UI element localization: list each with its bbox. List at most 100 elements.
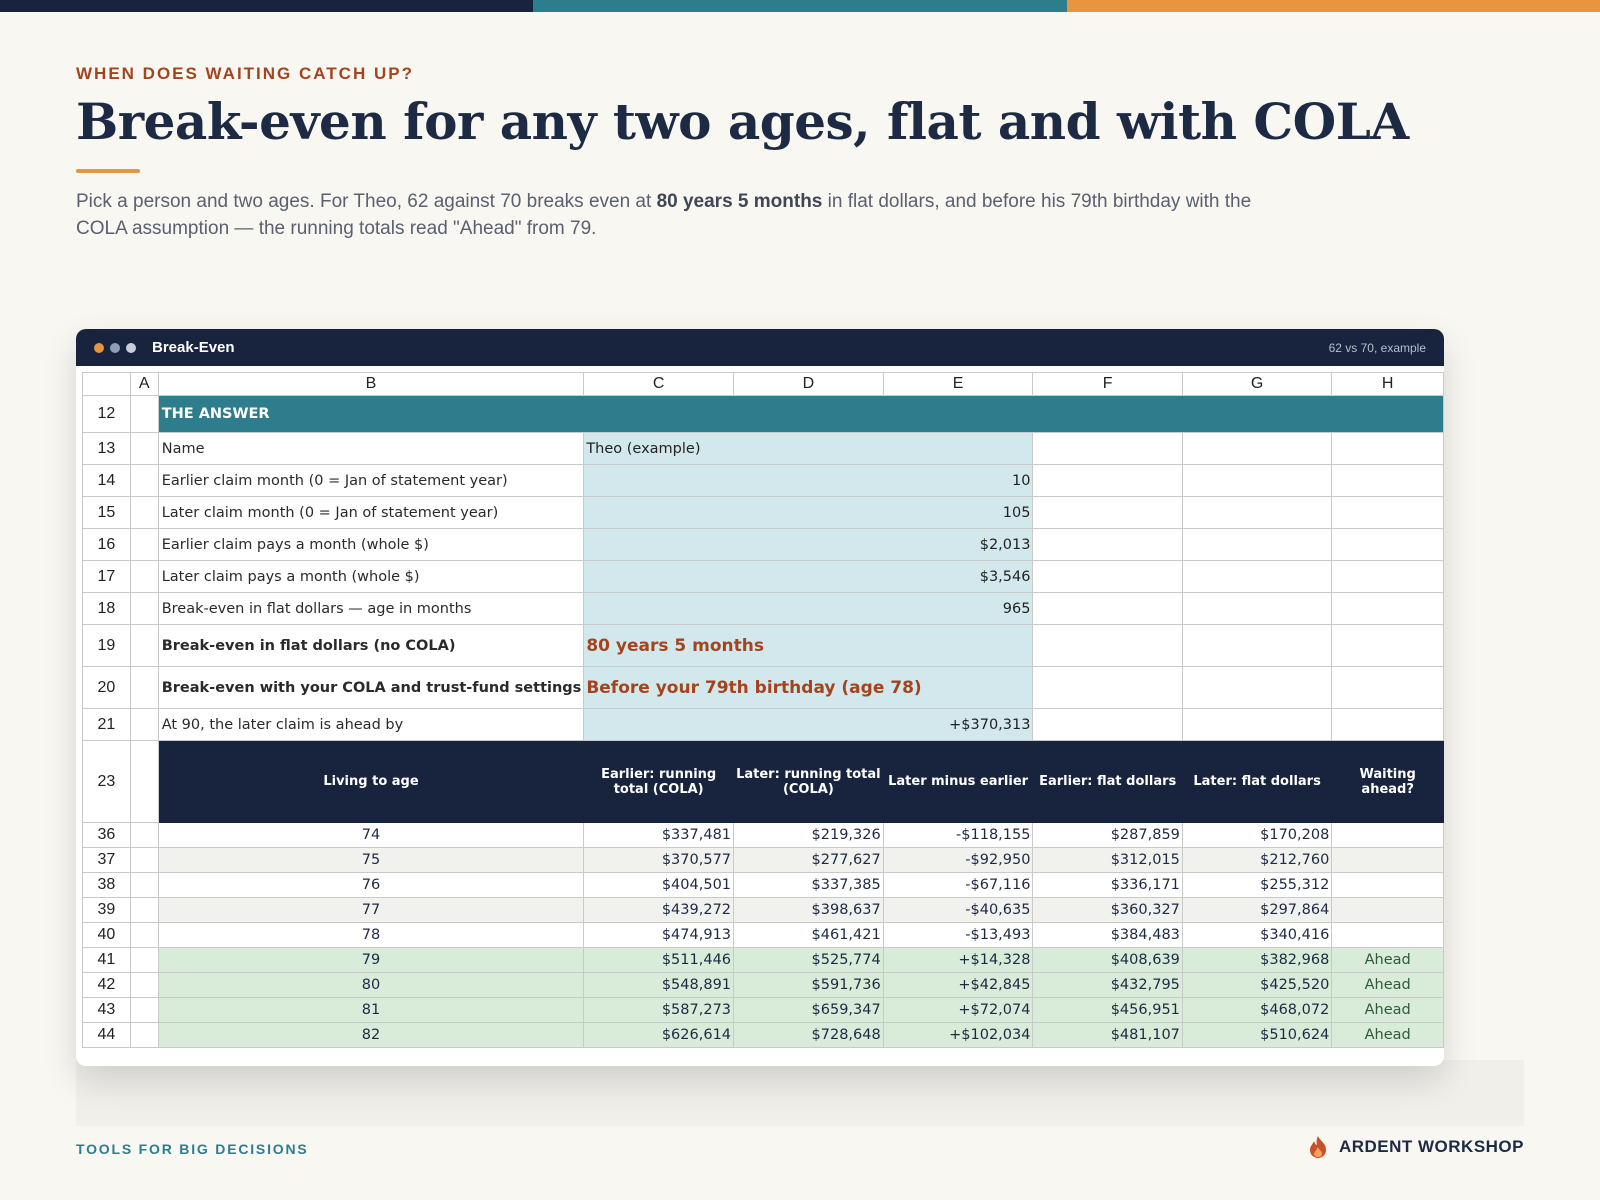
col-header-g[interactable]: G	[1181, 372, 1333, 396]
later-cola-cell[interactable]: $277,627	[733, 847, 884, 873]
earlier-cola-cell[interactable]: $337,481	[583, 822, 735, 848]
later-cola-cell[interactable]: $525,774	[733, 947, 884, 973]
cell-a[interactable]	[129, 1022, 159, 1048]
cell-a[interactable]	[129, 592, 159, 625]
difference-cell[interactable]: -$67,116	[882, 872, 1034, 898]
difference-cell[interactable]: +$72,074	[882, 997, 1034, 1023]
cell-a[interactable]	[129, 560, 159, 593]
row-number[interactable]: 16	[82, 528, 131, 561]
answer-value[interactable]: Theo (example)	[583, 432, 1034, 465]
col-header-a[interactable]: A	[129, 372, 159, 396]
col-header-d[interactable]: D	[733, 372, 884, 396]
header-living-to-age[interactable]: Living to age	[157, 740, 585, 823]
cell-g[interactable]	[1181, 496, 1333, 529]
waiting-ahead-cell[interactable]: Ahead	[1331, 947, 1444, 973]
difference-cell[interactable]: -$13,493	[882, 922, 1034, 948]
answer-label[interactable]: Later claim month (0 = Jan of statement …	[157, 496, 585, 529]
cell-a[interactable]	[129, 528, 159, 561]
row-number[interactable]: 20	[82, 666, 131, 709]
later-flat-cell[interactable]: $510,624	[1181, 1022, 1333, 1048]
window-dot-light[interactable]	[126, 342, 136, 353]
cell-a[interactable]	[129, 897, 159, 923]
later-flat-cell[interactable]: $212,760	[1181, 847, 1333, 873]
cell-g[interactable]	[1181, 708, 1333, 741]
cell-f[interactable]	[1032, 708, 1183, 741]
earlier-flat-cell[interactable]: $481,107	[1032, 1022, 1183, 1048]
row-number[interactable]: 23	[82, 740, 131, 823]
later-flat-cell[interactable]: $297,864	[1181, 897, 1333, 923]
age-cell[interactable]: 77	[157, 897, 585, 923]
cell-f[interactable]	[1032, 496, 1183, 529]
cell-g[interactable]	[1181, 666, 1333, 709]
age-cell[interactable]: 80	[157, 972, 585, 998]
earlier-flat-cell[interactable]: $360,327	[1032, 897, 1183, 923]
earlier-cola-cell[interactable]: $439,272	[583, 897, 735, 923]
answer-label[interactable]: Earlier claim pays a month (whole $)	[157, 528, 585, 561]
cell-a[interactable]	[129, 666, 159, 709]
cell-a[interactable]	[129, 922, 159, 948]
waiting-ahead-cell[interactable]	[1331, 897, 1444, 923]
difference-cell[interactable]: -$118,155	[882, 822, 1034, 848]
cell-a[interactable]	[129, 972, 159, 998]
later-flat-cell[interactable]: $170,208	[1181, 822, 1333, 848]
difference-cell[interactable]: -$92,950	[882, 847, 1034, 873]
cell-h[interactable]	[1331, 432, 1444, 465]
later-flat-cell[interactable]: $425,520	[1181, 972, 1333, 998]
earlier-cola-cell[interactable]: $626,614	[583, 1022, 735, 1048]
waiting-ahead-cell[interactable]	[1331, 847, 1444, 873]
cell-h[interactable]	[1331, 560, 1444, 593]
row-number[interactable]: 41	[82, 947, 131, 973]
age-cell[interactable]: 75	[157, 847, 585, 873]
answer-value[interactable]: $2,013	[583, 528, 1034, 561]
age-cell[interactable]: 76	[157, 872, 585, 898]
earlier-cola-cell[interactable]: $587,273	[583, 997, 735, 1023]
later-cola-cell[interactable]: $337,385	[733, 872, 884, 898]
cell-a[interactable]	[129, 464, 159, 497]
waiting-ahead-cell[interactable]	[1331, 822, 1444, 848]
cell-a[interactable]	[129, 624, 159, 667]
earlier-cola-cell[interactable]: $474,913	[583, 922, 735, 948]
cell-f[interactable]	[1032, 560, 1183, 593]
col-header-c[interactable]: C	[583, 372, 735, 396]
row-number[interactable]: 38	[82, 872, 131, 898]
waiting-ahead-cell[interactable]	[1331, 872, 1444, 898]
earlier-flat-cell[interactable]: $287,859	[1032, 822, 1183, 848]
earlier-flat-cell[interactable]: $384,483	[1032, 922, 1183, 948]
answer-banner[interactable]: THE ANSWER	[157, 395, 1444, 433]
cell-h[interactable]	[1331, 624, 1444, 667]
answer-label[interactable]: Break-even in flat dollars — age in mont…	[157, 592, 585, 625]
cell-a[interactable]	[129, 847, 159, 873]
answer-label[interactable]: Later claim pays a month (whole $)	[157, 560, 585, 593]
later-cola-cell[interactable]: $219,326	[733, 822, 884, 848]
window-dot-orange[interactable]	[94, 342, 104, 353]
later-cola-cell[interactable]: $728,648	[733, 1022, 884, 1048]
row-number[interactable]: 37	[82, 847, 131, 873]
header-earlier-flat[interactable]: Earlier: flat dollars	[1032, 740, 1183, 823]
row-number[interactable]: 19	[82, 624, 131, 667]
answer-label[interactable]: Break-even with your COLA and trust-fund…	[157, 666, 585, 709]
header-later-cola[interactable]: Later: running total (COLA)	[733, 740, 884, 823]
later-flat-cell[interactable]: $340,416	[1181, 922, 1333, 948]
later-flat-cell[interactable]: $468,072	[1181, 997, 1333, 1023]
col-header-f[interactable]: F	[1032, 372, 1183, 396]
cell-a[interactable]	[129, 947, 159, 973]
answer-label[interactable]: Name	[157, 432, 585, 465]
earlier-flat-cell[interactable]: $312,015	[1032, 847, 1183, 873]
earlier-flat-cell[interactable]: $336,171	[1032, 872, 1183, 898]
earlier-flat-cell[interactable]: $456,951	[1032, 997, 1183, 1023]
cell-a[interactable]	[129, 997, 159, 1023]
earlier-cola-cell[interactable]: $511,446	[583, 947, 735, 973]
header-later-flat[interactable]: Later: flat dollars	[1181, 740, 1333, 823]
later-flat-cell[interactable]: $255,312	[1181, 872, 1333, 898]
header-waiting-ahead[interactable]: Waiting ahead?	[1331, 740, 1444, 823]
cell-f[interactable]	[1032, 624, 1183, 667]
row-number[interactable]: 15	[82, 496, 131, 529]
cell-f[interactable]	[1032, 464, 1183, 497]
cell-h[interactable]	[1331, 464, 1444, 497]
col-header-b[interactable]: B	[157, 372, 585, 396]
later-cola-cell[interactable]: $591,736	[733, 972, 884, 998]
earlier-flat-cell[interactable]: $408,639	[1032, 947, 1183, 973]
cell-f[interactable]	[1032, 666, 1183, 709]
cell-a[interactable]	[129, 822, 159, 848]
difference-cell[interactable]: +$14,328	[882, 947, 1034, 973]
